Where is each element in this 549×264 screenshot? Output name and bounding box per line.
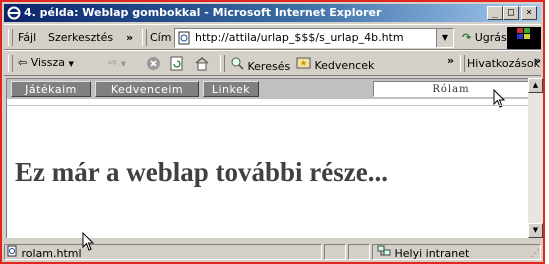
ie-window: 4. példa: Weblap gombokkal - Microsoft I… (2, 2, 543, 260)
back-arrow-icon: ⇦ (18, 56, 28, 69)
forward-dropdown-icon[interactable]: ▼ (121, 60, 126, 68)
page-viewport[interactable]: Játékaim Kedvenceim Linkek Rólam Ez már … (6, 78, 528, 238)
zone-text: Helyi intranet (394, 247, 470, 260)
stop-icon (146, 56, 161, 74)
menu-overflow[interactable]: » (126, 31, 133, 44)
back-button[interactable]: ⇦ Vissza ▼ (18, 56, 74, 69)
nav-button-row: Játékaim Kedvenceim Linkek Rólam (7, 79, 528, 99)
favorites-button[interactable]: Kedvencek (296, 56, 374, 72)
nav-button-linkek[interactable]: Linkek (203, 81, 259, 97)
title-bar[interactable]: 4. példa: Weblap gombokkal - Microsoft I… (4, 4, 541, 22)
vertical-scrollbar[interactable]: ▲ ▼ (528, 78, 543, 238)
forward-button[interactable]: ⇨ ▼ (108, 56, 126, 69)
close-button[interactable]: × (521, 6, 537, 20)
scroll-down-button[interactable]: ▼ (528, 223, 543, 238)
toolbar-overflow[interactable]: » (447, 54, 454, 67)
back-dropdown-icon[interactable]: ▼ (69, 60, 74, 68)
go-label: Ugrás (474, 31, 507, 44)
status-cell-progress (324, 244, 346, 260)
toolbar-grip[interactable] (8, 29, 13, 46)
status-text: rolam.html (21, 247, 82, 260)
window-title: 4. példa: Weblap gombokkal - Microsoft I… (24, 6, 382, 19)
page-heading: Ez már a weblap további része... (15, 157, 388, 187)
go-arrow-icon: ↷ (462, 31, 472, 44)
status-text-cell: rolam.html (4, 244, 322, 260)
maximize-button[interactable]: □ (503, 6, 519, 20)
go-button[interactable]: ↷ Ugrás (462, 31, 507, 44)
address-url: http://attila/urlap_$$$/s_urlap_4b.htm (195, 31, 404, 44)
windows-logo (507, 27, 541, 49)
refresh-button[interactable] (170, 56, 184, 74)
menu-file[interactable]: Fájl (18, 31, 36, 44)
status-zone-cell: Helyi intranet (372, 244, 541, 260)
ie-logo-icon (7, 6, 21, 20)
favorites-label: Kedvencek (314, 59, 375, 72)
address-dropdown-button[interactable]: ▼ (436, 29, 453, 47)
scroll-up-button[interactable]: ▲ (528, 78, 543, 93)
scroll-up-icon: ▲ (532, 81, 539, 89)
status-cell-lock (348, 244, 370, 260)
page-divider (7, 105, 528, 106)
minimize-button[interactable]: _ (487, 6, 503, 20)
nav-button-kedvenceim[interactable]: Kedvenceim (95, 81, 199, 97)
menu-address-bar: Fájl Szerkesztés » Cím http://attila/url… (4, 24, 541, 50)
search-label: Keresés (247, 60, 291, 73)
toolbar-grip[interactable] (142, 29, 147, 46)
back-label: Vissza (30, 56, 66, 69)
home-button[interactable] (194, 56, 210, 74)
nav-button-jatekaim[interactable]: Játékaim (11, 81, 91, 97)
favorites-icon (296, 56, 311, 72)
search-button[interactable]: Keresés (230, 56, 290, 73)
home-icon (194, 56, 210, 74)
status-cursor-icon (82, 231, 96, 252)
toolbar-separator (220, 55, 225, 72)
stop-button[interactable] (146, 56, 161, 74)
search-icon (230, 56, 244, 73)
links-toolbar[interactable]: Hivatkozások (467, 57, 540, 70)
links-overflow[interactable]: » (534, 54, 541, 67)
toolbar-grip[interactable] (460, 55, 465, 72)
address-input[interactable]: http://attila/urlap_$$$/s_urlap_4b.htm ▼ (174, 28, 454, 48)
address-label: Cím (150, 31, 172, 44)
page-icon (178, 31, 191, 48)
status-page-icon (7, 245, 22, 259)
mouse-cursor-icon (493, 88, 507, 109)
refresh-icon (170, 56, 184, 74)
toolbar-grip[interactable] (8, 55, 13, 72)
resize-grip-icon[interactable]: ⋰ (530, 248, 540, 259)
chevron-down-icon: ▼ (441, 33, 449, 42)
intranet-zone-icon (377, 245, 395, 259)
windows-flag-icon (517, 28, 531, 43)
standard-toolbar: ⇦ Vissza ▼ ⇨ ▼ Keresés Kedvencek » Hivat… (4, 50, 541, 76)
menu-edit[interactable]: Szerkesztés (48, 31, 113, 44)
status-bar: rolam.html Helyi intranet ⋰ (4, 231, 541, 260)
scroll-down-icon: ▼ (532, 226, 539, 234)
forward-arrow-icon: ⇨ (108, 56, 118, 69)
